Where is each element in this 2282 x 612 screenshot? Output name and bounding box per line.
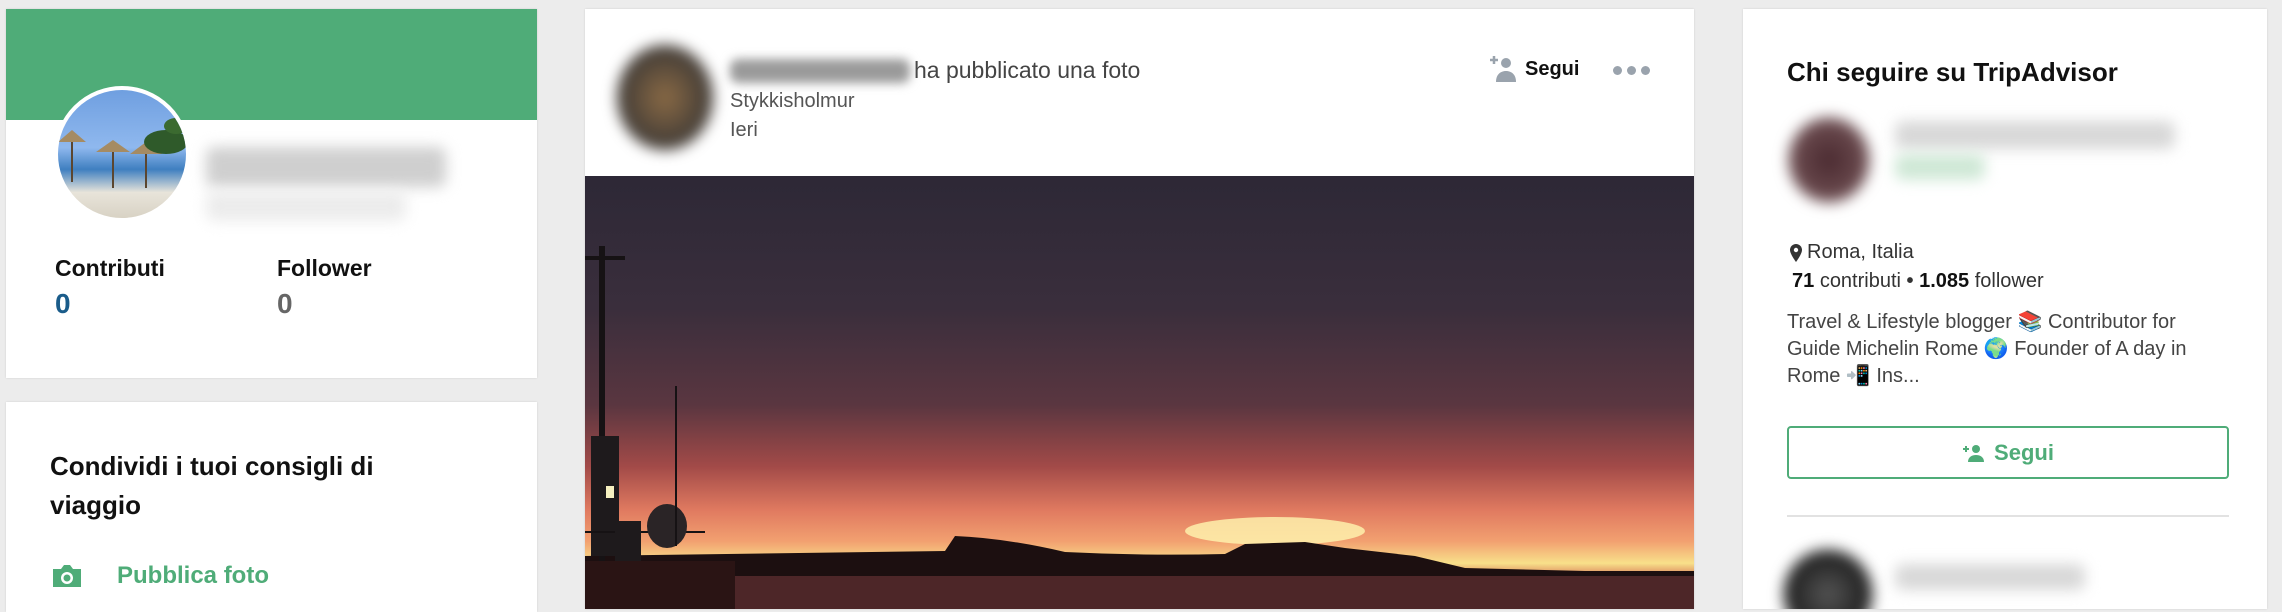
followers-count: 1.085	[1919, 270, 1970, 292]
post-action-text: ha pubblicato una foto	[914, 57, 1141, 83]
suggested-user-2-name-redacted[interactable]	[1895, 564, 2085, 590]
follow-label: Segui	[1525, 57, 1580, 80]
post-location[interactable]: Stykkisholmur	[730, 90, 854, 113]
location-text: Roma, Italia	[1807, 241, 1914, 263]
stat-value: 0	[277, 288, 293, 319]
stat-label: Follower	[277, 255, 372, 281]
contributions-count: 71	[1792, 270, 1815, 292]
add-user-icon	[1963, 444, 1985, 462]
camera-icon	[53, 565, 81, 587]
stat-value: 0	[55, 288, 71, 319]
suggested-user-avatar[interactable]	[1788, 117, 1870, 203]
suggested-user-stats: 71 contributi • 1.085 follower	[1792, 270, 2044, 293]
map-pin-icon	[1790, 243, 1802, 262]
suggested-user-name-redacted[interactable]	[1895, 121, 2175, 149]
suggested-user-bio: Travel & Lifestyle blogger 📚 Contributor…	[1787, 311, 2187, 387]
share-title: Condividi i tuoi consigli di viaggio	[50, 451, 374, 520]
stat-contributi[interactable]: Contributi 0	[55, 255, 165, 320]
stat-label: Contributi	[55, 255, 165, 281]
contributions-label: contributi	[1819, 270, 1901, 292]
suggestions-divider	[1787, 515, 2229, 517]
stat-follower[interactable]: Follower 0	[277, 255, 372, 320]
follow-label: Segui	[1994, 439, 2054, 465]
author-name-redacted[interactable]	[730, 58, 910, 83]
publish-photo-label: Pubblica foto	[117, 562, 269, 589]
suggested-user-location: Roma, Italia	[1790, 241, 1914, 264]
profile-card: Contributi 0 Follower 0	[6, 9, 537, 378]
suggested-user-follow-button[interactable]: Segui	[1787, 426, 2229, 479]
stats-separator: •	[1906, 270, 1914, 292]
suggested-user-badge-redacted	[1895, 154, 1985, 180]
profile-name-redacted	[206, 147, 446, 187]
suggestions-card: Chi seguire su TripAdvisor Roma, Italia …	[1743, 9, 2267, 609]
suggested-user-2-avatar[interactable]	[1783, 549, 1873, 609]
followers-label: follower	[1974, 270, 2044, 292]
post-photo[interactable]	[585, 176, 1694, 609]
profile-avatar[interactable]	[54, 86, 190, 222]
post-time: Ieri	[730, 119, 758, 141]
author-avatar[interactable]	[617, 45, 713, 150]
follow-button[interactable]: Segui	[1487, 54, 1579, 84]
share-card: Condividi i tuoi consigli di viaggio Pub…	[6, 402, 537, 612]
beach-umbrellas-image	[58, 118, 186, 188]
feed-post: ha pubblicato una foto Stykkisholmur Ier…	[585, 9, 1694, 609]
sunset-silhouette	[585, 246, 1694, 609]
publish-photo-link[interactable]: Pubblica foto	[51, 562, 269, 590]
more-dots-icon[interactable]	[1613, 66, 1650, 75]
suggestions-title: Chi seguire su TripAdvisor	[1787, 57, 2118, 87]
profile-subtitle-redacted	[206, 191, 406, 221]
add-user-icon	[1490, 56, 1516, 82]
